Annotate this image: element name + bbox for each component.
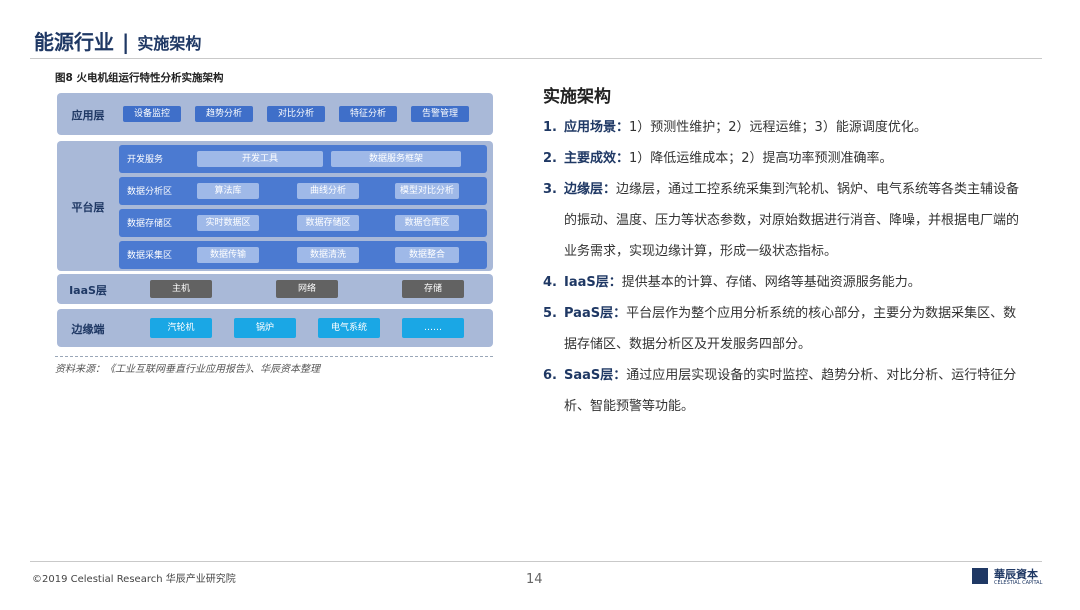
page-header: 能源行业 | 实施架构	[34, 26, 201, 55]
app-item: 告警管理	[411, 106, 469, 122]
iaas-item: 主机	[150, 280, 212, 298]
header-divider	[30, 58, 1042, 59]
company-logo: 華辰資本 CELESTIAL CAPITAL	[972, 566, 1048, 588]
app-item: 设备监控	[123, 106, 181, 122]
item-number: 1.	[543, 120, 557, 135]
platform-layer: 平台层 开发服务 开发工具 数据服务框架 数据分析区 算法库 曲线分析 模型对比…	[57, 141, 493, 271]
platform-item: 实时数据区	[197, 215, 259, 231]
list-item: 4. IaaS层：提供基本的计算、存储、网络等基础资源服务能力。	[543, 267, 1028, 298]
figure-caption: 图8 火电机组运行特性分析实施架构	[55, 72, 224, 84]
edge-layer: 边缘端 汽轮机 锅炉 电气系统 ……	[57, 309, 493, 347]
platform-item: 模型对比分析	[395, 183, 459, 199]
item-text: 边缘层，通过工控系统采集到汽轮机、锅炉、电气系统等各类主辅设备的振动、温度、压力…	[564, 182, 1020, 259]
edge-item: 电气系统	[318, 318, 380, 338]
platform-item: 数据存储区	[297, 215, 359, 231]
app-item: 特征分析	[339, 106, 397, 122]
item-number: 4.	[543, 275, 557, 290]
footer-divider	[30, 561, 1042, 562]
implementation-title: 实施架构	[543, 87, 611, 107]
item-number: 3.	[543, 182, 557, 197]
list-item: 3. 边缘层：边缘层，通过工控系统采集到汽轮机、锅炉、电气系统等各类主辅设备的振动…	[543, 174, 1028, 267]
item-text: 通过应用层实现设备的实时监控、趋势分析、对比分析、运行特征分析、智能预警等功能。	[564, 368, 1017, 414]
platform-item: 算法库	[197, 183, 259, 199]
header-separator: |	[122, 30, 130, 54]
item-key: SaaS层：	[564, 368, 627, 383]
list-item: 2. 主要成效：1）降低运维成本；2）提高功率预测准确率。	[543, 143, 1028, 174]
header-subtitle: 实施架构	[137, 34, 202, 53]
edge-item: ……	[402, 318, 464, 338]
platform-row-storage: 数据存储区 实时数据区 数据存储区 数据仓库区	[119, 209, 487, 237]
platform-row-collection: 数据采集区 数据传输 数据清洗 数据整合	[119, 241, 487, 269]
item-text: 提供基本的计算、存储、网络等基础资源服务能力。	[621, 275, 921, 290]
row-label: 开发服务	[127, 155, 164, 165]
item-key: PaaS层：	[564, 306, 627, 321]
row-label: 数据分析区	[127, 187, 173, 197]
item-key: 应用场景：	[564, 120, 630, 135]
platform-item: 开发工具	[197, 151, 323, 167]
platform-item: 数据整合	[395, 247, 459, 263]
item-key: 边缘层：	[564, 182, 617, 197]
app-item: 趋势分析	[195, 106, 253, 122]
item-number: 2.	[543, 151, 557, 166]
platform-row-dev-service: 开发服务 开发工具 数据服务框架	[119, 145, 487, 173]
page-number: 14	[526, 572, 543, 587]
row-label: 数据存储区	[127, 219, 173, 229]
list-item: 6. SaaS层：通过应用层实现设备的实时监控、趋势分析、对比分析、运行特征分析、…	[543, 360, 1028, 422]
logo-mark-icon	[972, 568, 988, 584]
platform-item: 曲线分析	[297, 183, 359, 199]
iaas-item: 存储	[402, 280, 464, 298]
logo-text-en: CELESTIAL CAPITAL	[994, 580, 1043, 586]
platform-item: 数据仓库区	[395, 215, 459, 231]
row-label: 数据采集区	[127, 251, 173, 261]
list-item: 5. PaaS层：平台层作为整个应用分析系统的核心部分，主要分为数据采集区、数据存…	[543, 298, 1028, 360]
item-key: 主要成效：	[564, 151, 630, 166]
implementation-list: 1. 应用场景：1）预测性维护；2）远程运维；3）能源调度优化。 2. 主要成效：1…	[543, 112, 1028, 422]
iaas-layer: IaaS层 主机 网络 存储	[57, 274, 493, 304]
platform-item: 数据清洗	[297, 247, 359, 263]
item-text: 平台层作为整个应用分析系统的核心部分，主要分为数据采集区、数据存储区、数据分析区…	[564, 306, 1017, 352]
layer-label: IaaS层	[69, 284, 107, 297]
iaas-item: 网络	[276, 280, 338, 298]
edge-item: 汽轮机	[150, 318, 212, 338]
header-title: 能源行业	[34, 30, 114, 54]
edge-item: 锅炉	[234, 318, 296, 338]
list-item: 1. 应用场景：1）预测性维护；2）远程运维；3）能源调度优化。	[543, 112, 1028, 143]
layer-label: 应用层	[71, 109, 105, 122]
item-number: 6.	[543, 368, 557, 383]
item-number: 5.	[543, 306, 557, 321]
app-item: 对比分析	[267, 106, 325, 122]
platform-item: 数据服务框架	[331, 151, 461, 167]
figure-source: 资料来源：《工业互联网垂直行业应用报告》、华辰资本整理	[55, 364, 320, 375]
platform-item: 数据传输	[197, 247, 259, 263]
application-layer: 应用层 设备监控 趋势分析 对比分析 特征分析 告警管理	[57, 93, 493, 135]
item-text: 1）预测性维护；2）远程运维；3）能源调度优化。	[629, 120, 927, 135]
architecture-diagram: 应用层 设备监控 趋势分析 对比分析 特征分析 告警管理 平台层 开发服务 开发…	[55, 86, 493, 357]
footer-copyright: ©2019 Celestial Research 华辰产业研究院	[32, 574, 236, 585]
item-key: IaaS层：	[564, 275, 622, 290]
item-text: 1）降低运维成本；2）提高功率预测准确率。	[629, 151, 893, 166]
platform-row-analysis: 数据分析区 算法库 曲线分析 模型对比分析	[119, 177, 487, 205]
layer-label: 边缘端	[71, 323, 105, 336]
layer-label: 平台层	[71, 201, 105, 214]
